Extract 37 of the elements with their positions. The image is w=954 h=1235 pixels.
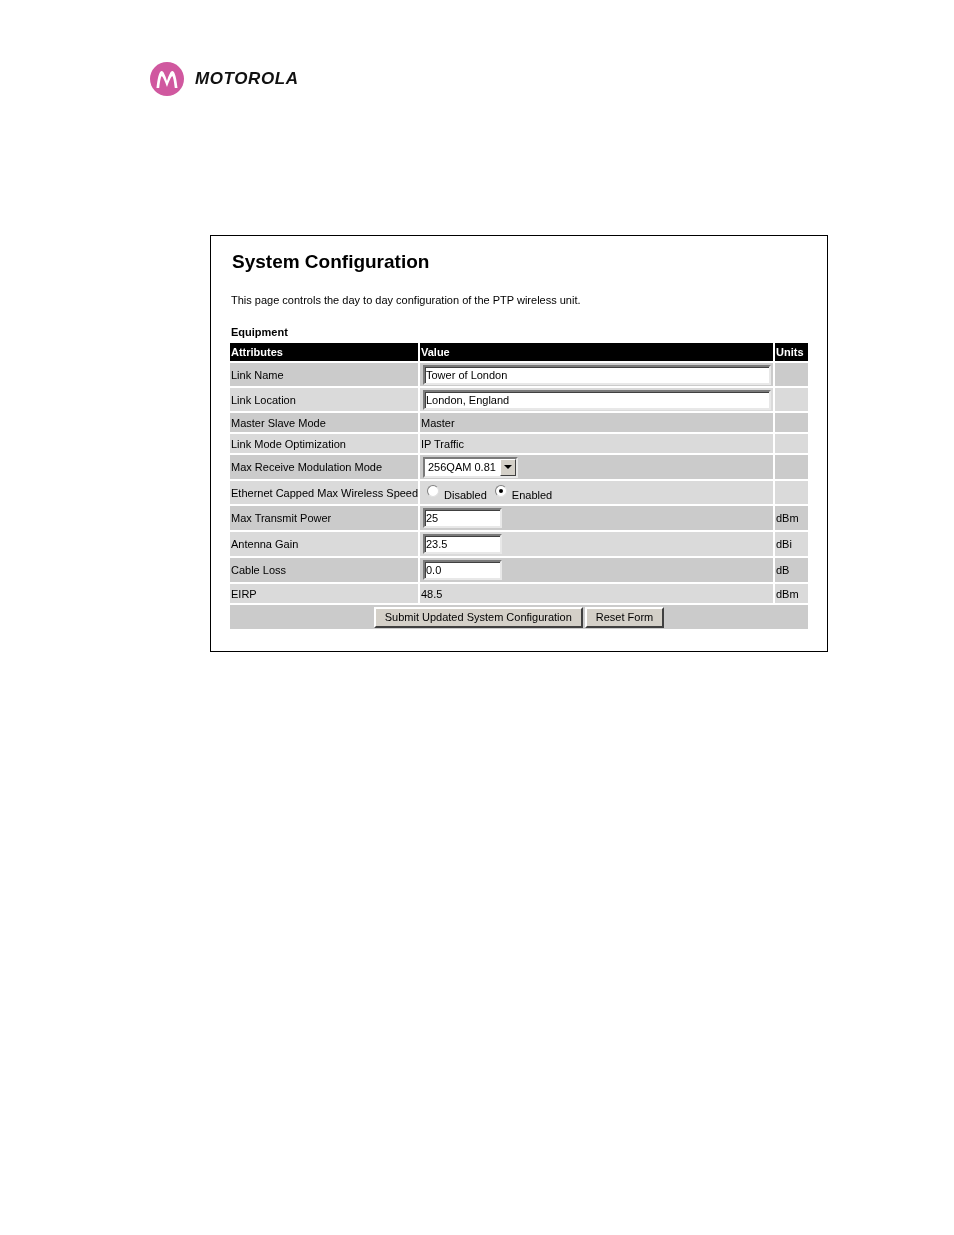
attribute-label: EIRP bbox=[230, 584, 418, 603]
section-heading: Equipment bbox=[231, 325, 289, 339]
logo-wordmark: MOTOROLA bbox=[195, 70, 299, 88]
column-header: Attributes bbox=[230, 343, 418, 361]
submit-button[interactable]: Submit Updated System Configuration bbox=[373, 606, 583, 628]
text-input[interactable]: Tower of London bbox=[423, 364, 771, 385]
page-title: System Configuration bbox=[232, 251, 431, 273]
attribute-label: Max Receive Modulation Mode bbox=[230, 455, 418, 479]
attribute-label: Ethernet Capped Max Wireless Speed bbox=[230, 481, 418, 504]
number-input[interactable]: 23.5 bbox=[423, 534, 502, 554]
logo-icon bbox=[150, 62, 184, 96]
radio-button[interactable] bbox=[494, 484, 507, 497]
attribute-label: Cable Loss bbox=[230, 558, 418, 582]
radio-label: Disabled bbox=[444, 488, 487, 501]
radio-label: Enabled bbox=[511, 488, 553, 501]
attribute-label: Link Location bbox=[230, 388, 418, 411]
units-text: dBm bbox=[775, 584, 808, 603]
text-input[interactable]: London, England bbox=[423, 389, 771, 410]
attribute-label: Max Transmit Power bbox=[230, 506, 418, 530]
value-text: IP Traffic bbox=[420, 434, 773, 453]
dropdown[interactable]: 256QAM 0.81 bbox=[423, 456, 518, 478]
value-text: 48.5 bbox=[420, 584, 773, 603]
radio-button[interactable] bbox=[427, 484, 439, 497]
units-text: dBm bbox=[775, 506, 808, 530]
page-description: This page controls the day to day configuration of the PTP wireless unit. bbox=[231, 293, 582, 307]
attribute-label: Link Name bbox=[230, 363, 418, 386]
value-text: Master bbox=[420, 413, 773, 432]
number-input[interactable]: 25 bbox=[423, 508, 502, 528]
column-header: Units bbox=[775, 343, 808, 361]
number-input[interactable]: 0.0 bbox=[423, 560, 502, 580]
attribute-label: Master Slave Mode bbox=[230, 413, 418, 432]
reset-button[interactable]: Reset Form bbox=[584, 606, 665, 628]
column-header: Value bbox=[420, 343, 773, 361]
attribute-label: Link Mode Optimization bbox=[230, 434, 418, 453]
units-text: dBi bbox=[775, 532, 808, 556]
attribute-label: Antenna Gain bbox=[230, 532, 418, 556]
units-text: dB bbox=[775, 558, 808, 582]
